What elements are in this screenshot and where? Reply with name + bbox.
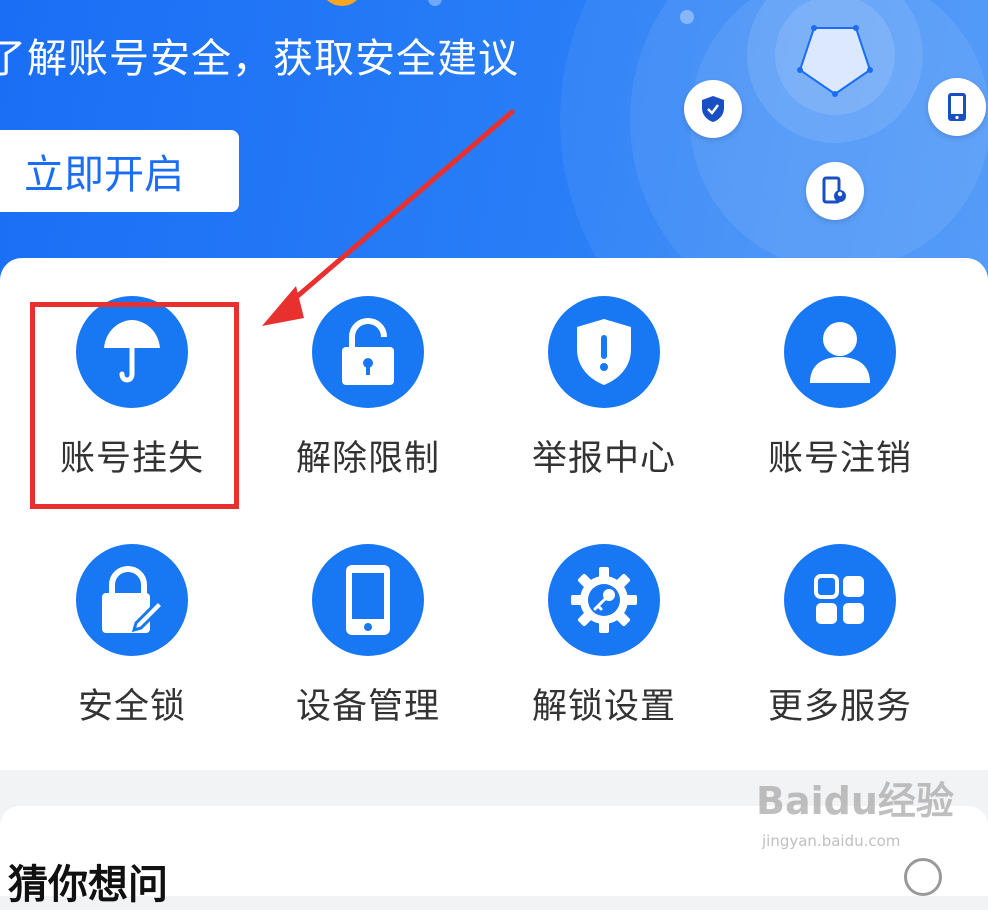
service-account-cancel[interactable]: 账号注销 — [722, 296, 958, 496]
service-label: 账号注销 — [767, 439, 912, 479]
service-label: 举报中心 — [531, 439, 676, 479]
shield-alert-icon — [548, 296, 660, 408]
banner-subtitle: 了解账号安全，获取安全建议 — [0, 36, 519, 82]
service-label: 更多服务 — [767, 687, 912, 727]
baidu-watermark: Baidu经验 jingyan.baidu.com — [756, 770, 956, 860]
shield-check-icon — [684, 80, 742, 138]
service-unlock-settings[interactable]: 解锁设置 — [486, 544, 722, 744]
unlock-icon — [312, 296, 424, 408]
service-label: 解除限制 — [295, 439, 440, 479]
enable-now-button[interactable]: 立即开启 — [0, 130, 239, 212]
service-label: 设备管理 — [295, 687, 440, 727]
user-icon — [784, 296, 896, 408]
lock-edit-icon — [76, 544, 188, 656]
annotation-highlight-box — [30, 302, 239, 509]
phone-small-icon — [928, 78, 986, 136]
grid-apps-icon — [784, 544, 896, 656]
service-security-lock[interactable]: 安全锁 — [14, 544, 250, 744]
watermark-url: jingyan.baidu.com — [762, 832, 901, 850]
refresh-icon[interactable] — [904, 858, 942, 896]
avatar-dot — [322, 0, 362, 6]
device-user-icon — [806, 162, 864, 220]
service-more[interactable]: 更多服务 — [722, 544, 958, 744]
recommend-title: 猜你想问 — [8, 862, 168, 908]
decor-dot — [428, 0, 442, 6]
service-device-manage[interactable]: 设备管理 — [250, 544, 486, 744]
gear-key-icon — [548, 544, 660, 656]
watermark-brand: Baidu经验 — [756, 779, 954, 823]
service-lift-restriction[interactable]: 解除限制 — [250, 296, 486, 496]
phone-icon — [312, 544, 424, 656]
service-report-center[interactable]: 举报中心 — [486, 296, 722, 496]
service-label: 解锁设置 — [531, 687, 676, 727]
service-label: 安全锁 — [77, 687, 186, 727]
security-banner: 了解账号安全，获取安全建议 立即开启 — [0, 0, 988, 300]
